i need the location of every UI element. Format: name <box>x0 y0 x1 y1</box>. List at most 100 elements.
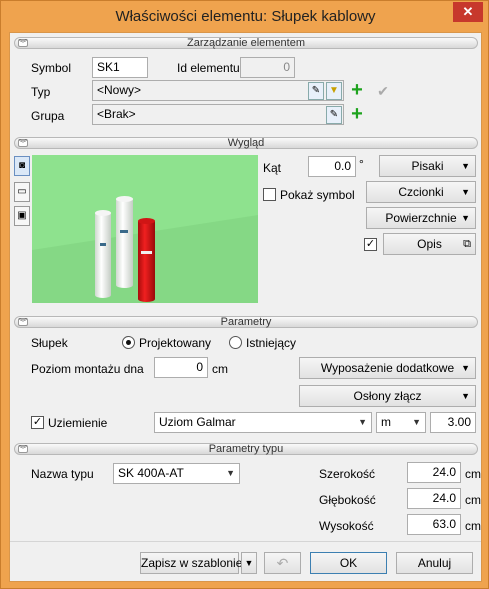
section-type-parameters-title: Parametry typu <box>208 443 284 455</box>
type-name-value: SK 400A-AT <box>118 466 184 480</box>
existing-radio[interactable] <box>229 336 242 349</box>
properties-window: Właściwości elementu: Słupek kablowy ✕ ︾… <box>0 0 489 589</box>
layers-icon[interactable]: ▣ <box>14 206 30 226</box>
mount-level-unit: cm <box>212 362 228 376</box>
add-type-icon[interactable]: + <box>348 80 366 100</box>
description-checkbox[interactable]: ✓ <box>364 238 377 251</box>
section-appearance-header[interactable]: ︾ Wygląd <box>14 137 478 149</box>
mount-level-input[interactable]: 0 <box>154 357 208 378</box>
element-id-input: 0 <box>240 57 295 78</box>
open-dialog-icon: ⧉ <box>463 238 471 250</box>
dropdown-arrow-icon: ▼ <box>461 363 470 373</box>
fonts-label: Czcionki <box>398 185 444 199</box>
collapse-chevron-icon[interactable]: ︾ <box>18 445 28 454</box>
degree-unit: ° <box>359 157 364 171</box>
collapse-chevron-icon[interactable]: ︾ <box>18 139 28 148</box>
post-label: Słupek <box>31 336 68 350</box>
section-type-parameters-header[interactable]: ︾ Parametry typu <box>14 443 478 455</box>
3d-preview-scene <box>32 196 258 303</box>
height-input[interactable]: 63.0 <box>407 514 461 535</box>
grounding-unit-select[interactable]: m ▼ <box>376 412 426 433</box>
description-button[interactable]: Opis ⧉ <box>383 233 476 255</box>
type-name-select[interactable]: SK 400A-AT ▼ <box>113 463 240 484</box>
width-unit: cm <box>465 467 481 481</box>
surfaces-label: Powierzchnie <box>385 211 457 225</box>
chevron-down-icon: ▼ <box>226 468 235 478</box>
pens-label: Pisaki <box>411 159 444 173</box>
depth-unit: cm <box>465 493 481 507</box>
designed-radio[interactable] <box>122 336 135 349</box>
dialog-body: ︾ Zarządzanie elementem Symbol SK1 Id el… <box>9 32 482 582</box>
pens-dropdown[interactable]: Pisaki ▼ <box>379 155 476 177</box>
close-button[interactable]: ✕ <box>453 2 483 22</box>
white-post-1 <box>95 210 111 298</box>
group-field[interactable]: <Brak> <box>92 104 344 125</box>
designed-radio-label: Projektowany <box>139 336 212 350</box>
show-symbol-label: Pokaż symbol <box>280 188 355 202</box>
section-parameters-header[interactable]: ︾ Parametry <box>14 316 478 328</box>
grounding-unit-value: m <box>381 415 391 429</box>
grounding-checkbox[interactable]: ✓ <box>31 416 44 429</box>
view-3d-camera-icon[interactable]: ◙ <box>14 156 30 176</box>
collapse-chevron-icon[interactable]: ︾ <box>18 39 28 48</box>
section-appearance-title: Wygląd <box>227 137 265 149</box>
white-post-2 <box>116 196 133 288</box>
grounding-label: Uziemienie <box>48 416 108 430</box>
grounding-select[interactable]: Uziom Galmar ▼ <box>154 412 372 433</box>
show-symbol-checkbox[interactable] <box>263 188 276 201</box>
chevron-down-icon: ▼ <box>412 417 421 427</box>
dropdown-arrow-icon: ▼ <box>461 161 470 171</box>
element-id-label: Id elementu <box>177 61 240 75</box>
section-management-title: Zarządzanie elementem <box>186 37 305 49</box>
connector-covers-dropdown[interactable]: Osłony złącz ▼ <box>299 385 476 407</box>
connector-covers-label: Osłony złącz <box>353 389 422 403</box>
undo-icon: ↶ <box>276 555 289 571</box>
add-group-icon[interactable]: + <box>348 104 366 124</box>
grounding-select-value: Uziom Galmar <box>159 415 236 429</box>
window-title: Właściwości elementu: Słupek kablowy <box>115 8 376 25</box>
existing-radio-label: Istniejący <box>246 336 297 350</box>
dropdown-arrow-icon: ▼ <box>461 213 470 223</box>
description-label: Opis <box>417 237 442 251</box>
footer-divider <box>10 541 481 542</box>
height-unit: cm <box>465 519 481 533</box>
edit-type-icon[interactable]: ✎ <box>308 82 324 100</box>
type-field[interactable]: <Nowy> <box>92 80 344 101</box>
3d-preview <box>32 155 258 303</box>
type-label: Typ <box>31 85 51 99</box>
grounding-amount-input[interactable]: 3.00 <box>430 412 476 433</box>
angle-label: Kąt <box>263 161 282 175</box>
fonts-dropdown[interactable]: Czcionki ▼ <box>366 181 476 203</box>
collapse-chevron-icon[interactable]: ︾ <box>18 318 28 327</box>
extra-equipment-label: Wyposażenie dodatkowe <box>320 361 455 375</box>
save-template-button[interactable]: Zapisz w szablonie <box>140 552 242 574</box>
save-template-menu-button[interactable]: ▼ <box>241 552 257 574</box>
checkmark-icon: ✔ <box>377 83 389 99</box>
edit-group-icon[interactable]: ✎ <box>326 106 342 124</box>
red-post <box>138 218 155 302</box>
section-management-header[interactable]: ︾ Zarządzanie elementem <box>14 37 478 49</box>
symbol-label: Symbol <box>31 61 72 75</box>
cancel-button[interactable]: Anuluj <box>396 552 473 574</box>
height-label: Wysokość <box>319 519 374 533</box>
depth-input[interactable]: 24.0 <box>407 488 461 509</box>
mount-level-label: Poziom montażu dna <box>31 362 144 376</box>
angle-input[interactable]: 0.0 <box>308 156 356 177</box>
surfaces-dropdown[interactable]: Powierzchnie ▼ <box>366 207 476 229</box>
extra-equipment-dropdown[interactable]: Wyposażenie dodatkowe ▼ <box>299 357 476 379</box>
chevron-down-icon: ▼ <box>358 417 367 427</box>
symbol-input[interactable]: SK1 <box>92 57 148 78</box>
ok-button[interactable]: OK <box>310 552 387 574</box>
depth-label: Głębokość <box>319 493 376 507</box>
width-label: Szerokość <box>319 467 376 481</box>
undo-button[interactable]: ↶ <box>264 552 301 574</box>
dropdown-arrow-icon: ▼ <box>461 391 470 401</box>
type-name-label: Nazwa typu <box>31 467 94 481</box>
tag-icon[interactable]: ▼ <box>326 82 342 100</box>
chevron-down-icon: ▼ <box>244 558 254 568</box>
width-input[interactable]: 24.0 <box>407 462 461 483</box>
dropdown-arrow-icon: ▼ <box>461 187 470 197</box>
folder-icon[interactable]: ▭ <box>14 182 30 202</box>
group-label: Grupa <box>31 109 65 123</box>
section-parameters-title: Parametry <box>220 316 272 328</box>
